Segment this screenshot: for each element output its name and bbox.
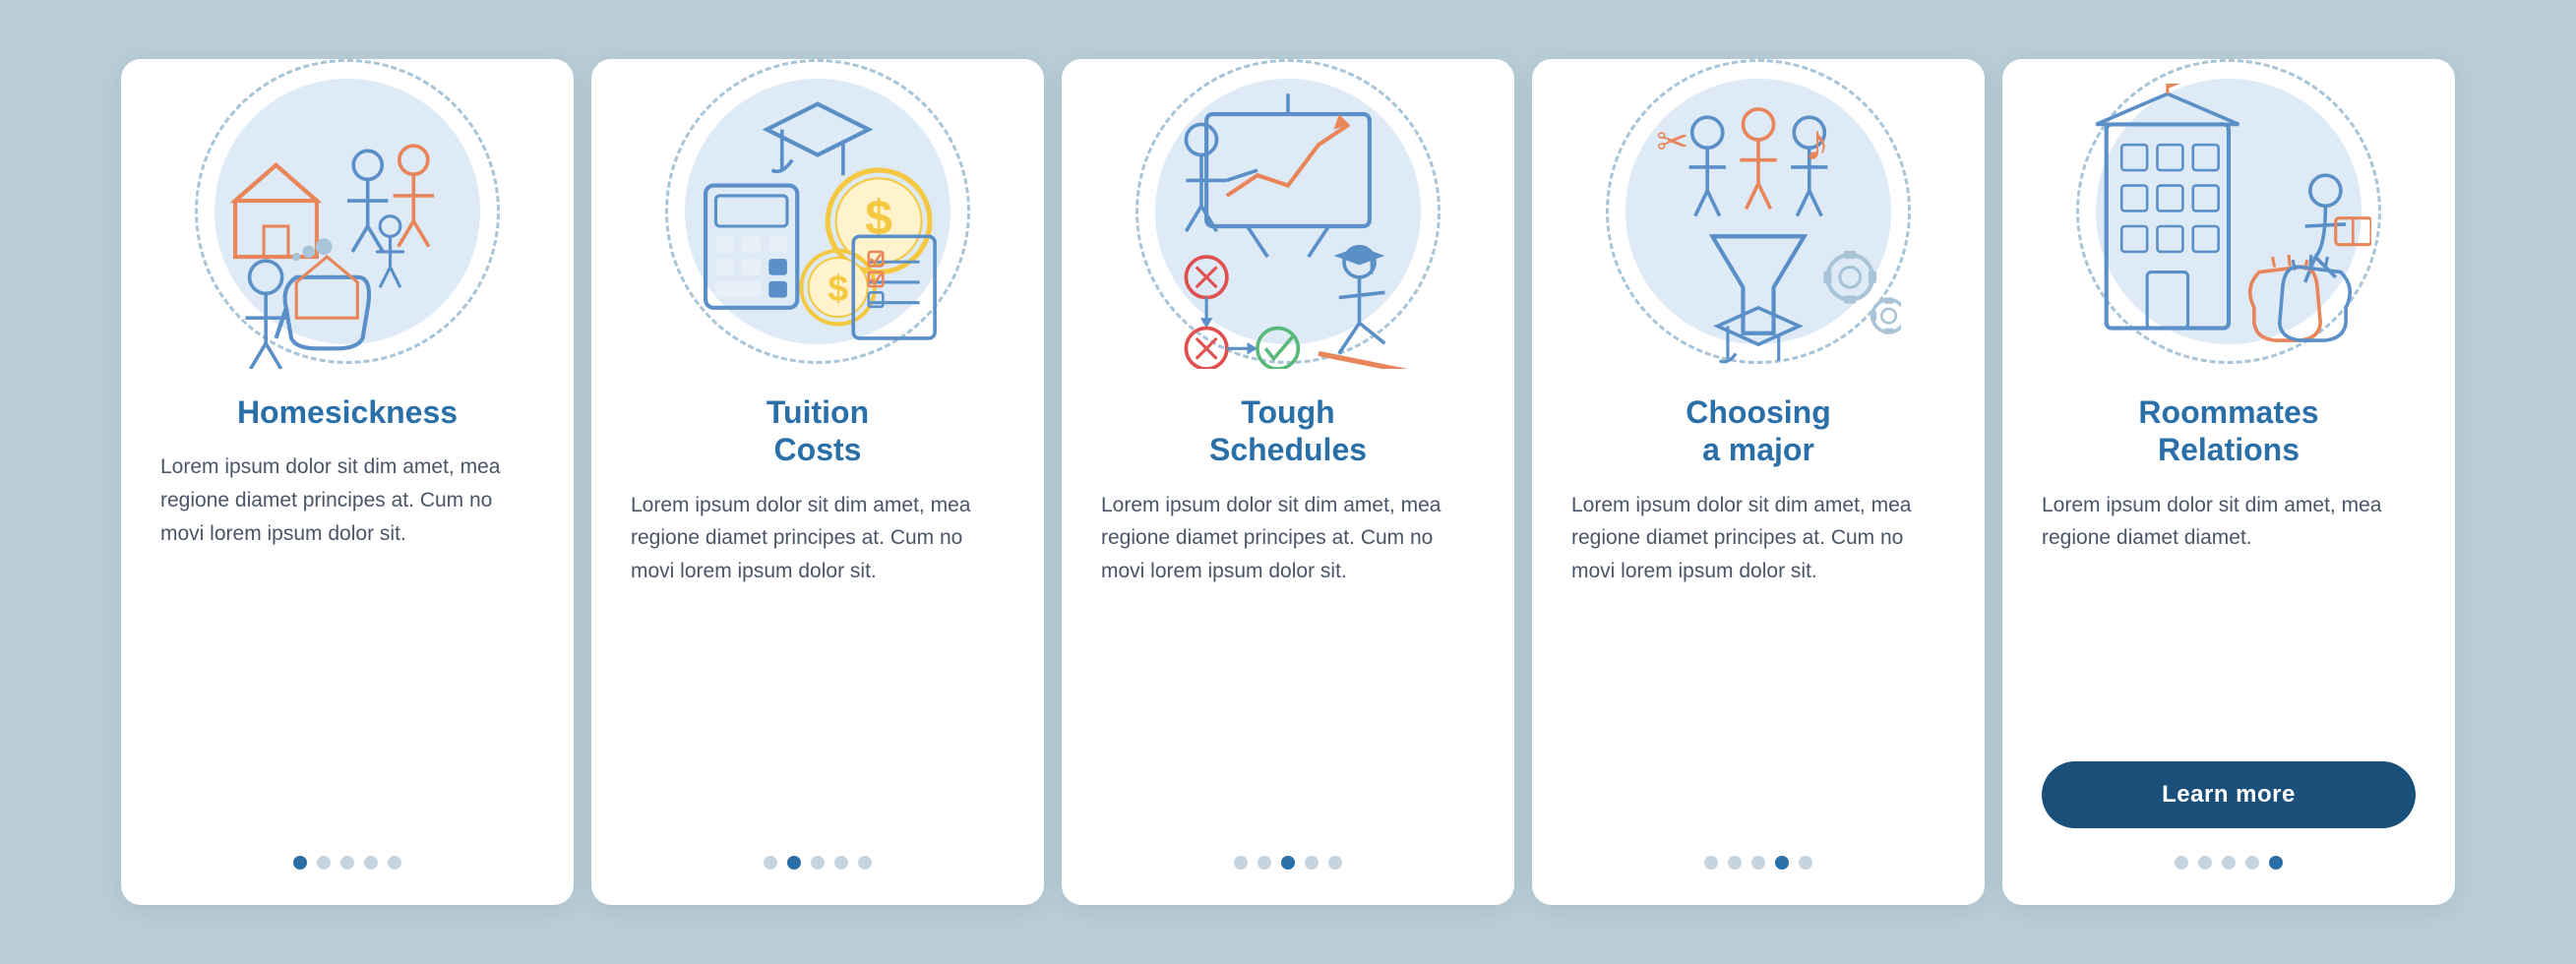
card-tuition-costs-dot-0[interactable] <box>764 856 777 870</box>
card-roommates-relations-dot-4[interactable] <box>2269 856 2283 870</box>
card-tough-schedules-dot-3[interactable] <box>1305 856 1319 870</box>
card-roommates-relations-title: RoommatesRelations <box>2042 393 2416 469</box>
card-homesickness-icon-area <box>121 49 574 384</box>
card-tuition-costs-icon: $ $ <box>675 84 960 369</box>
card-homesickness-body: Homesickness Lorem ipsum dolor sit dim am… <box>121 393 574 870</box>
card-roommates-relations-dot-1[interactable] <box>2198 856 2212 870</box>
card-tuition-costs-dot-2[interactable] <box>811 856 825 870</box>
card-choosing-a-major-body: Choosinga major Lorem ipsum dolor sit dim… <box>1532 393 1985 870</box>
card-roommates-relations-text: Lorem ipsum dolor sit dim amet, mea regi… <box>2042 489 2416 734</box>
card-tuition-costs-title: TuitionCosts <box>631 393 1005 469</box>
card-homesickness-title: Homesickness <box>160 393 534 431</box>
card-tough-schedules-text: Lorem ipsum dolor sit dim amet, mea regi… <box>1101 489 1475 828</box>
card-tuition-costs: $ $ TuitionCostsLorem ipsum <box>591 59 1044 905</box>
card-tough-schedules-body: ToughSchedules Lorem ipsum dolor sit dim … <box>1062 393 1514 870</box>
card-roommates-relations: RoommatesRelations Lorem ipsum dolor sit … <box>2002 59 2455 905</box>
card-homesickness-dot-4[interactable] <box>388 856 401 870</box>
card-roommates-relations-dots <box>2042 856 2416 870</box>
card-tough-schedules-dots <box>1101 856 1475 870</box>
card-homesickness: Homesickness Lorem ipsum dolor sit dim am… <box>121 59 574 905</box>
card-roommates-relations-body: RoommatesRelations Lorem ipsum dolor sit … <box>2002 393 2455 870</box>
card-roommates-relations-dot-3[interactable] <box>2245 856 2259 870</box>
card-roommates-relations-learn-more-button[interactable]: Learn more <box>2042 761 2416 828</box>
card-tough-schedules: ToughSchedules Lorem ipsum dolor sit dim … <box>1062 59 1514 905</box>
card-tough-schedules-icon <box>1145 84 1431 369</box>
card-choosing-a-major-dot-3[interactable] <box>1775 856 1789 870</box>
card-roommates-relations-dot-0[interactable] <box>2175 856 2188 870</box>
card-tuition-costs-dots <box>631 856 1005 870</box>
card-choosing-a-major: ♪ ✂ <box>1532 59 1985 905</box>
card-tough-schedules-dot-2[interactable] <box>1281 856 1295 870</box>
card-tuition-costs-dot-1[interactable] <box>787 856 801 870</box>
card-roommates-relations-dot-2[interactable] <box>2222 856 2236 870</box>
card-homesickness-dot-3[interactable] <box>364 856 378 870</box>
card-homesickness-dots <box>160 856 534 870</box>
card-tough-schedules-icon-area <box>1062 49 1514 384</box>
card-choosing-a-major-dot-4[interactable] <box>1799 856 1812 870</box>
svg-text:$: $ <box>828 268 848 309</box>
card-tuition-costs-dot-4[interactable] <box>858 856 872 870</box>
card-homesickness-dot-2[interactable] <box>340 856 354 870</box>
card-choosing-a-major-dot-1[interactable] <box>1728 856 1742 870</box>
card-homesickness-icon <box>205 84 490 369</box>
card-tough-schedules-title: ToughSchedules <box>1101 393 1475 469</box>
card-roommates-relations-icon <box>2086 84 2371 369</box>
card-choosing-a-major-title: Choosinga major <box>1571 393 1945 469</box>
card-choosing-a-major-icon-area: ♪ ✂ <box>1532 49 1985 384</box>
card-choosing-a-major-icon: ♪ ✂ <box>1616 84 1901 369</box>
card-choosing-a-major-dot-2[interactable] <box>1751 856 1765 870</box>
card-choosing-a-major-dots <box>1571 856 1945 870</box>
cards-container: Homesickness Lorem ipsum dolor sit dim am… <box>72 20 2504 944</box>
card-roommates-relations-icon-area <box>2002 49 2455 384</box>
svg-text:✂: ✂ <box>1656 121 1688 164</box>
card-tough-schedules-dot-4[interactable] <box>1328 856 1342 870</box>
card-tuition-costs-text: Lorem ipsum dolor sit dim amet, mea regi… <box>631 489 1005 828</box>
card-tough-schedules-dot-1[interactable] <box>1257 856 1271 870</box>
card-tuition-costs-dot-3[interactable] <box>834 856 848 870</box>
card-tough-schedules-dot-0[interactable] <box>1234 856 1248 870</box>
card-homesickness-dot-1[interactable] <box>317 856 331 870</box>
svg-text:♪: ♪ <box>1805 114 1830 171</box>
card-choosing-a-major-dot-0[interactable] <box>1704 856 1718 870</box>
card-homesickness-text: Lorem ipsum dolor sit dim amet, mea regi… <box>160 451 534 828</box>
card-tuition-costs-body: TuitionCosts Lorem ipsum dolor sit dim am… <box>591 393 1044 870</box>
card-choosing-a-major-text: Lorem ipsum dolor sit dim amet, mea regi… <box>1571 489 1945 828</box>
card-homesickness-dot-0[interactable] <box>293 856 307 870</box>
card-tuition-costs-icon-area: $ $ <box>591 49 1044 384</box>
